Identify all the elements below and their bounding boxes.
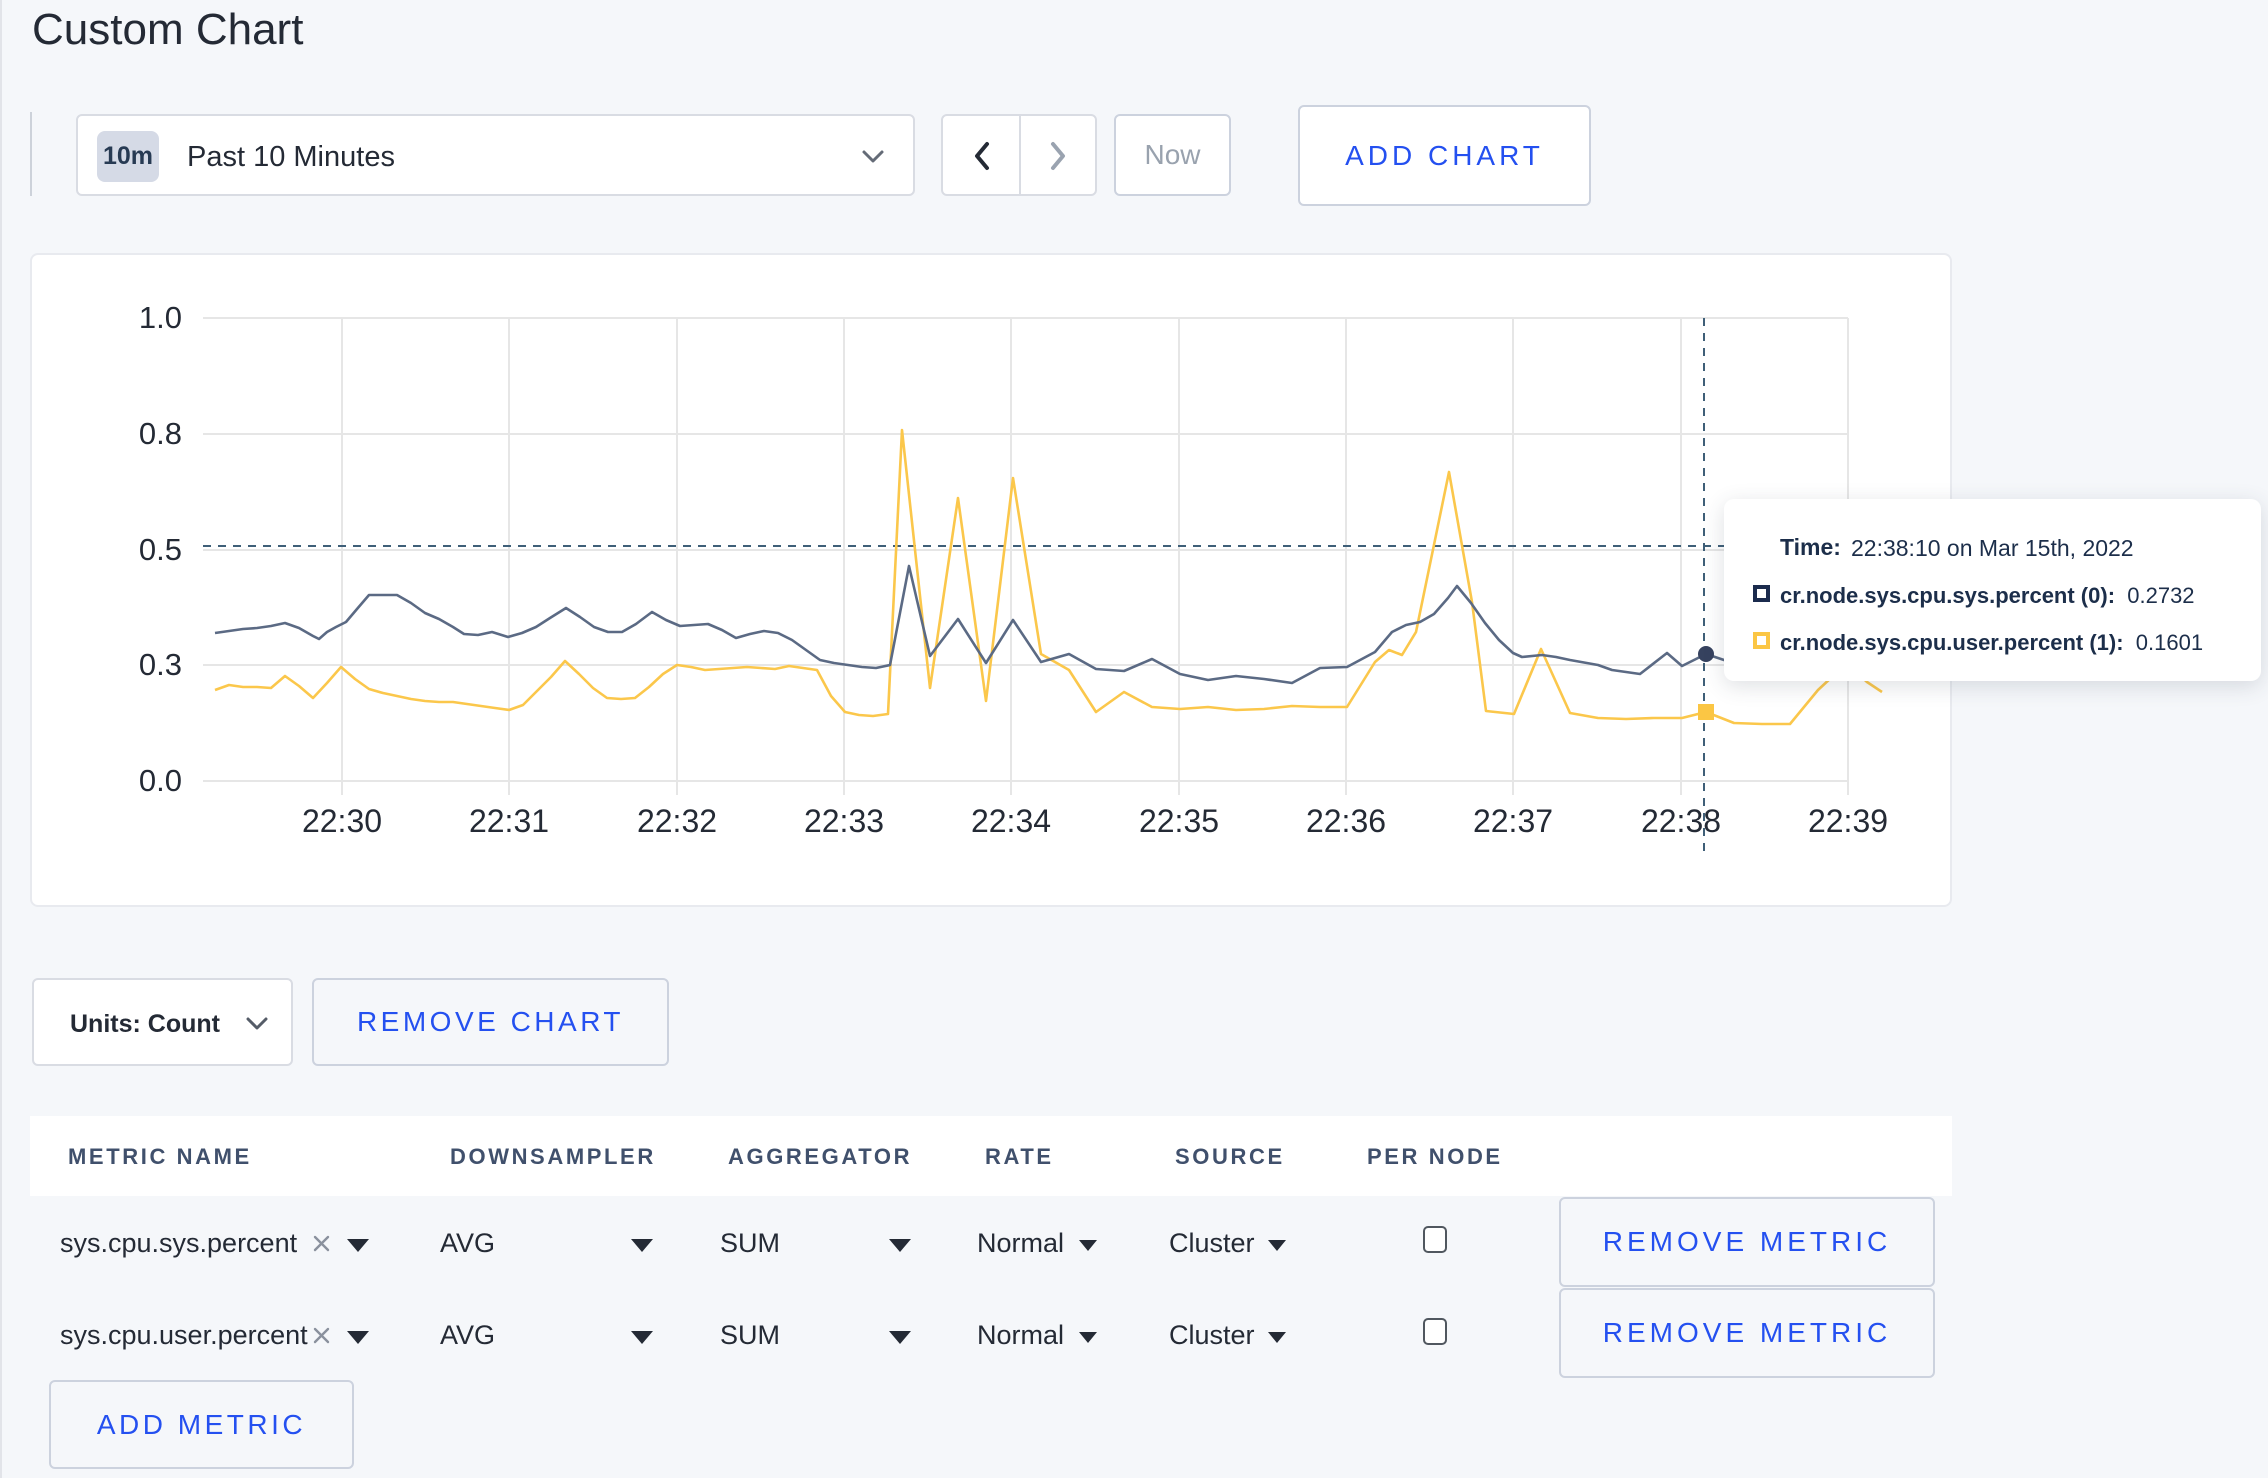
svg-text:0.3: 0.3 bbox=[139, 647, 182, 682]
svg-text:22:33: 22:33 bbox=[804, 803, 884, 839]
svg-text:22:38: 22:38 bbox=[1641, 803, 1721, 839]
svg-text:22:37: 22:37 bbox=[1473, 803, 1553, 839]
svg-text:0.8: 0.8 bbox=[139, 416, 182, 451]
svg-text:0.0: 0.0 bbox=[139, 763, 182, 798]
svg-text:22:36: 22:36 bbox=[1306, 803, 1386, 839]
svg-text:22:39: 22:39 bbox=[1808, 803, 1888, 839]
svg-text:22:35: 22:35 bbox=[1139, 803, 1219, 839]
svg-text:22:30: 22:30 bbox=[302, 803, 382, 839]
svg-text:22:31: 22:31 bbox=[469, 803, 549, 839]
svg-text:0.5: 0.5 bbox=[139, 532, 182, 567]
svg-text:22:32: 22:32 bbox=[637, 803, 717, 839]
svg-text:1.0: 1.0 bbox=[139, 300, 182, 335]
svg-text:22:34: 22:34 bbox=[971, 803, 1051, 839]
